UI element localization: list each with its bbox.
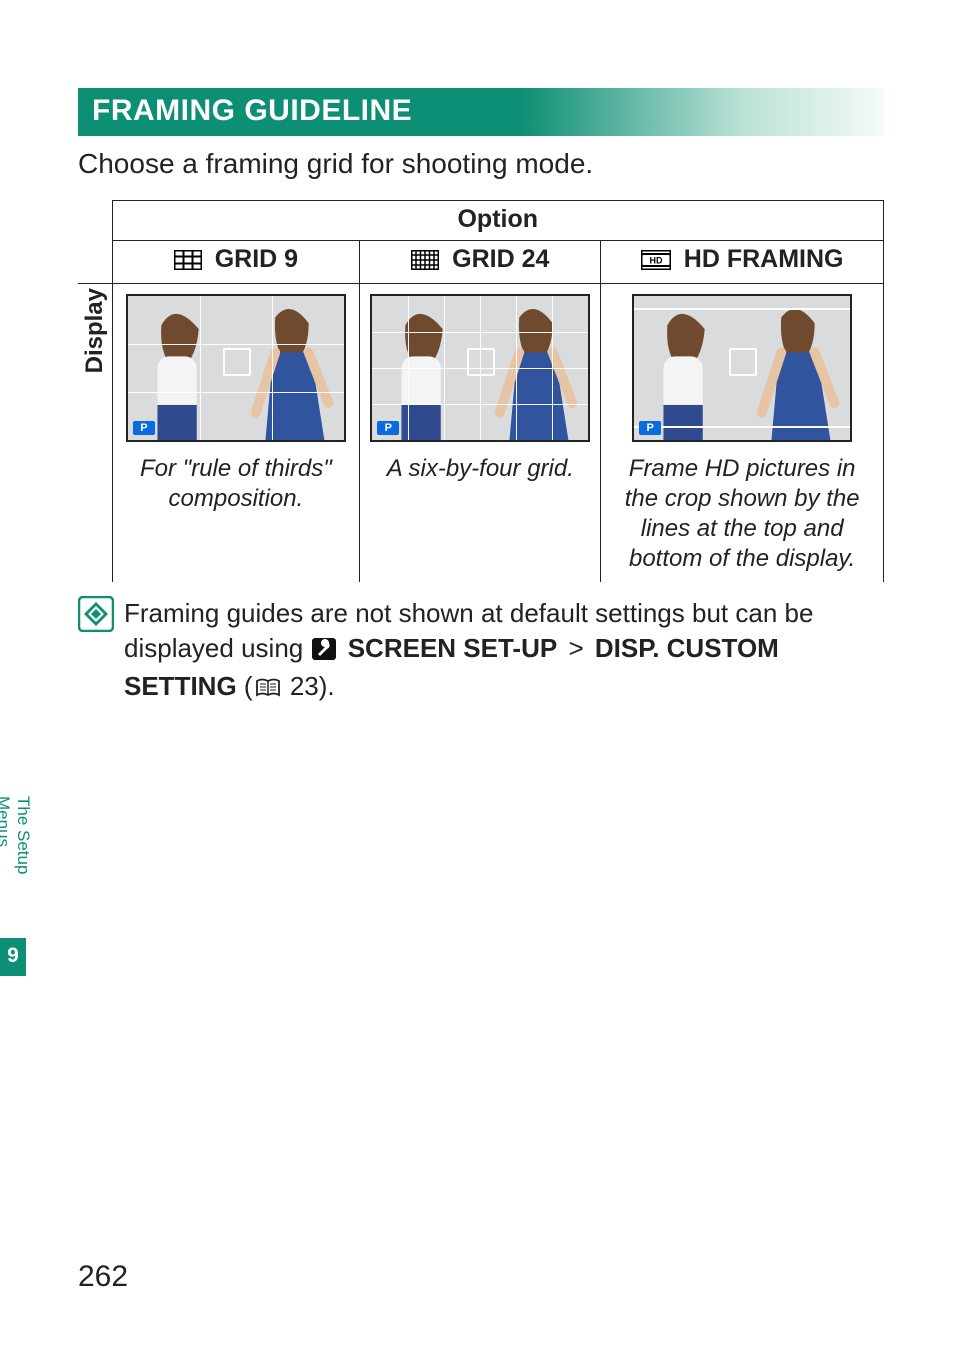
page-ref-icon [255, 672, 281, 707]
hdframing-icon: HD [641, 248, 678, 276]
section-heading: FRAMING GUIDELINE [78, 88, 884, 136]
note-text: Framing guides are not shown at default … [124, 596, 884, 707]
side-tab: The Setup Menus 9 [0, 790, 26, 976]
cell-grid9: P For "rule of thirds" composition. [112, 284, 360, 583]
col-head-grid24: GRID 24 [360, 241, 601, 284]
preview-grid9: P [126, 294, 346, 442]
side-tab-label: The Setup Menus [0, 790, 33, 938]
preview-grid24: P [370, 294, 590, 442]
page: FRAMING GUIDELINE Choose a framing grid … [0, 0, 954, 1346]
grid24-icon [411, 248, 446, 276]
col-head-hd: HD HD FRAMING [601, 241, 884, 284]
table-corner [78, 201, 112, 241]
caption-hd: Frame HD pictures in the crop shown by t… [611, 454, 873, 574]
p-badge: P [639, 421, 661, 435]
preview-hd: P [632, 294, 852, 442]
grid9-icon [174, 248, 209, 276]
cell-hd: P Frame HD pictures in the crop shown by… [601, 284, 884, 583]
framing-table: Option GRID 9 GRID 24 HD HD FRAMING [78, 200, 884, 582]
note: Framing guides are not shown at default … [78, 596, 884, 707]
focus-box [729, 348, 757, 376]
wrench-icon [312, 634, 336, 669]
cell-grid24: P A six-by-four grid. [360, 284, 601, 583]
section-intro: Choose a framing grid for shooting mode. [78, 148, 884, 180]
option-header: Option [112, 201, 884, 241]
col-label: HD FRAMING [684, 245, 844, 273]
col-label: GRID 24 [452, 245, 549, 273]
table-corner2 [78, 241, 112, 284]
note-icon [78, 596, 114, 632]
svg-text:HD: HD [649, 256, 662, 266]
caption-grid24: A six-by-four grid. [370, 454, 590, 484]
side-tab-chapter: 9 [0, 938, 26, 976]
focus-box [223, 348, 251, 376]
col-head-grid9: GRID 9 [112, 241, 360, 284]
col-label: GRID 9 [215, 245, 298, 273]
caption-grid9: For "rule of thirds" composition. [123, 454, 350, 514]
p-badge: P [377, 421, 399, 435]
focus-box [467, 348, 495, 376]
p-badge: P [133, 421, 155, 435]
page-number: 262 [78, 1260, 128, 1294]
display-row-label: Display [78, 284, 112, 583]
